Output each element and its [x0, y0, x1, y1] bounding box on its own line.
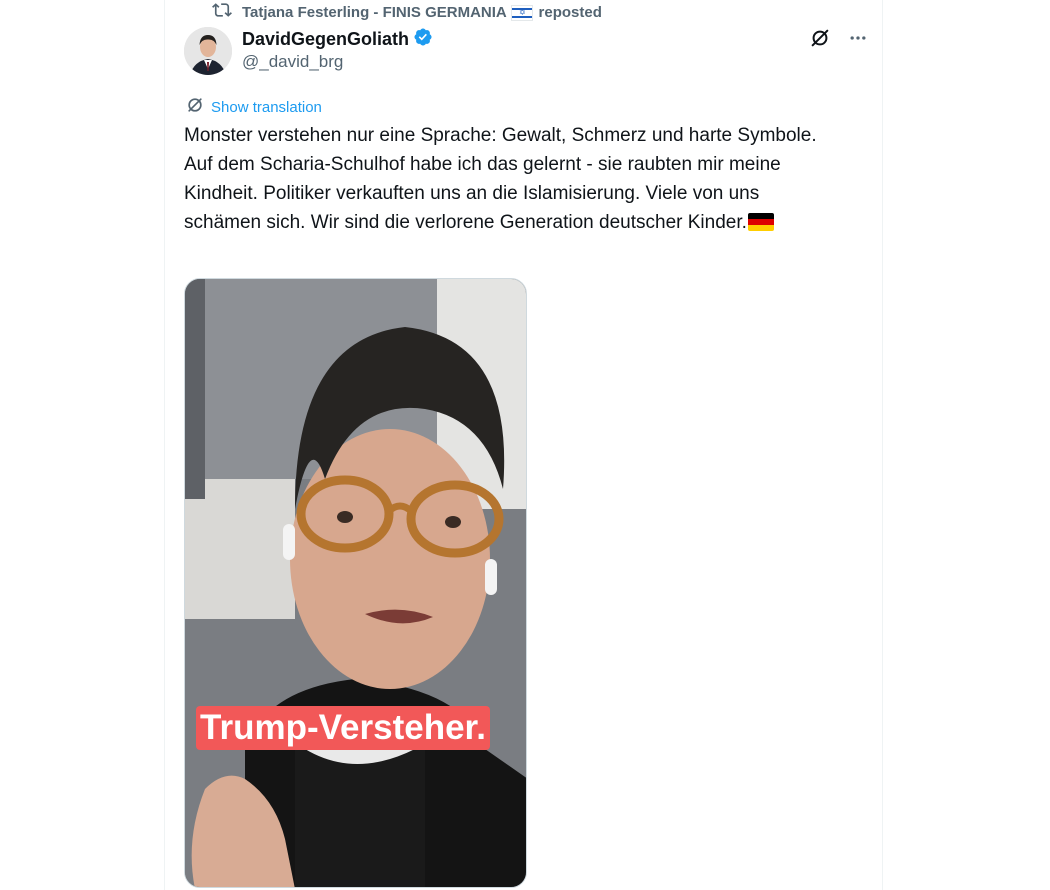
author-display-name[interactable]: DavidGegenGoliath: [242, 29, 409, 50]
video-thumbnail[interactable]: Trump-Versteher.: [184, 278, 527, 888]
show-translation-link[interactable]: Show translation: [185, 95, 322, 119]
repost-label: reposted: [538, 3, 602, 21]
tweet-actions-top: [808, 26, 870, 50]
repost-context[interactable]: Tatjana Festerling - FINIS GERMANIA ✡ re…: [212, 2, 602, 22]
translate-icon: [185, 95, 205, 119]
video-frame: [185, 279, 526, 887]
grok-icon[interactable]: [808, 26, 832, 50]
tweet-body: Monster verstehen nur eine Sprache: Gewa…: [184, 125, 821, 233]
reposter-name[interactable]: Tatjana Festerling - FINIS GERMANIA: [242, 4, 506, 21]
israel-flag-icon: ✡: [512, 5, 533, 20]
author-handle[interactable]: @_david_brg: [242, 52, 343, 72]
more-options-icon[interactable]: [846, 26, 870, 50]
show-translation-label[interactable]: Show translation: [211, 99, 322, 116]
author-name-row[interactable]: DavidGegenGoliath: [242, 27, 433, 52]
verified-badge-icon: [413, 27, 433, 52]
avatar[interactable]: [184, 27, 232, 75]
tweet-text: Monster verstehen nur eine Sprache: Gewa…: [184, 121, 824, 237]
germany-flag-icon: [747, 213, 774, 231]
repost-icon: [212, 0, 232, 24]
video-caption: Trump-Versteher.: [196, 706, 490, 750]
